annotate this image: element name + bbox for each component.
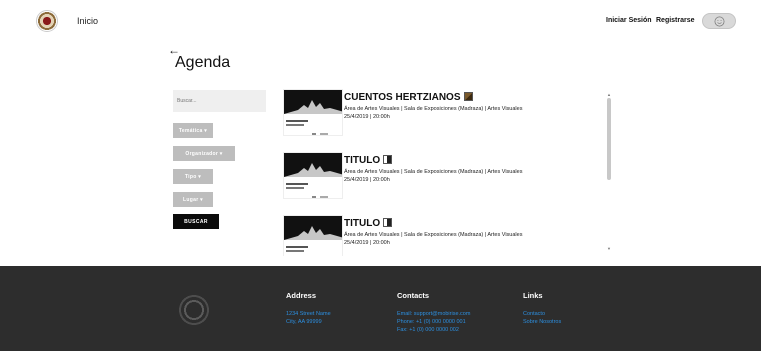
event-location: Área de Artes Visuales | Sala de Exposic…	[344, 106, 523, 112]
register-link[interactable]: Registrarse	[656, 17, 695, 24]
footer-contacts-title: Contacts	[397, 291, 430, 300]
footer-links-title: Links	[523, 291, 543, 300]
event-title[interactable]: TITULO	[344, 218, 393, 229]
event-item[interactable]: CUENTOS HERTZIANOS Área de Artes Visuale…	[280, 86, 610, 146]
footer-contact-email[interactable]: Email: support@mobirise.com	[397, 311, 470, 317]
nav-home-link[interactable]: Inicio	[77, 16, 98, 26]
footer-university-seal-icon	[176, 292, 212, 328]
smiley-user-icon	[714, 16, 724, 26]
event-image-icon	[463, 92, 473, 101]
footer-address-line: City, AA 99999	[286, 319, 322, 325]
page: Inicio Iniciar Sesión Registrarse ← Agen…	[0, 0, 761, 351]
footer-link-contacto[interactable]: Contacto	[523, 311, 545, 317]
event-item[interactable]: TITULO Área de Artes Visuales | Sala de …	[280, 212, 610, 256]
footer-link-sobre-nosotros[interactable]: Sobre Nosotros	[523, 319, 561, 325]
organizador-dropdown[interactable]: Organizador ▾	[173, 146, 235, 161]
event-date: 25/4/2019 | 20:00h	[344, 114, 390, 120]
search-button[interactable]: BUSCAR	[173, 214, 219, 229]
user-menu-button[interactable]	[702, 13, 736, 29]
login-link[interactable]: Iniciar Sesión	[606, 17, 652, 24]
footer-address-line: 1234 Street Name	[286, 311, 331, 317]
event-thumbnail[interactable]	[283, 152, 343, 199]
event-date: 25/4/2019 | 20:00h	[344, 240, 390, 246]
event-title[interactable]: CUENTOS HERTZIANOS	[344, 92, 473, 103]
event-thumbnail[interactable]	[283, 89, 343, 136]
scroll-up-arrow-icon[interactable]: ▲	[607, 92, 611, 97]
events-list: CUENTOS HERTZIANOS Área de Artes Visuale…	[280, 86, 610, 256]
top-navbar: Inicio Iniciar Sesión Registrarse	[0, 0, 761, 42]
footer	[0, 266, 761, 351]
event-thumbnail[interactable]	[283, 215, 343, 256]
university-logo-icon[interactable]	[36, 10, 58, 32]
footer-contact-fax: Fax: +1 (0) 000 0000 002	[397, 327, 459, 333]
event-item[interactable]: TITULO Área de Artes Visuales | Sala de …	[280, 149, 610, 209]
page-title: Agenda	[175, 54, 231, 71]
footer-address-title: Address	[286, 291, 317, 300]
events-scrollbar[interactable]: ▲ ▼	[606, 92, 612, 251]
tematica-dropdown[interactable]: Temática ▾	[173, 123, 213, 138]
event-title[interactable]: TITULO	[344, 155, 393, 166]
lugar-dropdown[interactable]: Lugar ▾	[173, 192, 213, 207]
scroll-thumb[interactable]	[607, 98, 611, 180]
footer-contact-phone: Phone: +1 (0) 000 0000 001	[397, 319, 466, 325]
search-input[interactable]	[173, 90, 266, 112]
event-location: Área de Artes Visuales | Sala de Exposic…	[344, 232, 523, 238]
scroll-down-arrow-icon[interactable]: ▼	[607, 246, 611, 251]
tipo-dropdown[interactable]: Tipo ▾	[173, 169, 213, 184]
event-image-icon	[383, 155, 393, 164]
event-date: 25/4/2019 | 20:00h	[344, 177, 390, 183]
event-location: Área de Artes Visuales | Sala de Exposic…	[344, 169, 523, 175]
event-image-icon	[383, 218, 393, 227]
